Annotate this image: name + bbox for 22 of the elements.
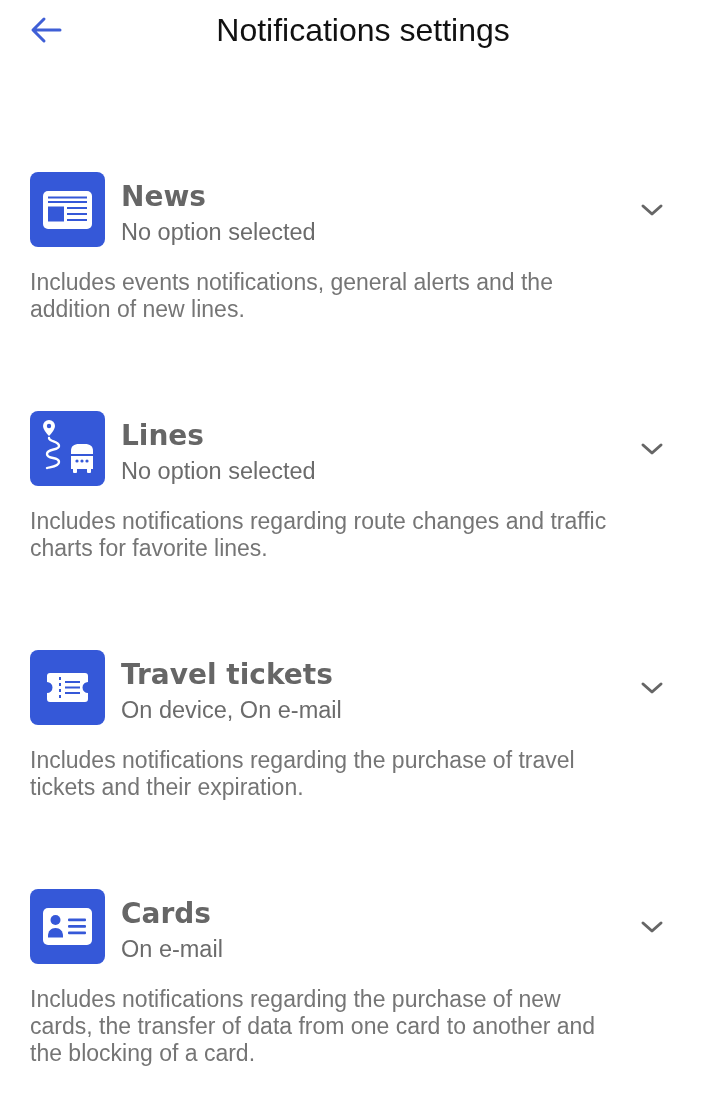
back-arrow-icon[interactable]: [30, 16, 62, 44]
ticket-icon: [30, 650, 105, 725]
chevron-icon[interactable]: [640, 680, 664, 695]
section-status: On e-mail: [121, 935, 223, 963]
chevron-icon[interactable]: [640, 202, 664, 217]
section-description: Includes notifications regarding the purchase of travel tickets and their expiration.: [30, 747, 576, 801]
section-status: No option selected: [121, 457, 316, 485]
section-status: No option selected: [121, 218, 316, 246]
section-title: Cards: [121, 898, 211, 930]
section-description: Includes notifications regarding route changes and traffic charts for favorite lines.: [30, 508, 608, 562]
section-title: Lines: [121, 420, 205, 452]
section-status: On device, On e-mail: [121, 696, 342, 724]
newspaper-icon: [30, 172, 105, 247]
chevron-icon[interactable]: [640, 441, 664, 456]
page-title: Notifications settings: [215, 11, 511, 50]
section-title: News: [121, 181, 206, 213]
chevron-icon[interactable]: [640, 919, 664, 934]
id-card-icon: [30, 889, 105, 964]
section-description: Includes events notifications, general alerts and the addition of new lines.: [30, 269, 554, 323]
section-description: Includes notifications regarding the purchase of new cards, the transfer of data from one card to another and the blocking of a card.: [30, 986, 597, 1067]
route-bus-icon: [30, 411, 105, 486]
section-title: Travel tickets: [121, 659, 333, 691]
